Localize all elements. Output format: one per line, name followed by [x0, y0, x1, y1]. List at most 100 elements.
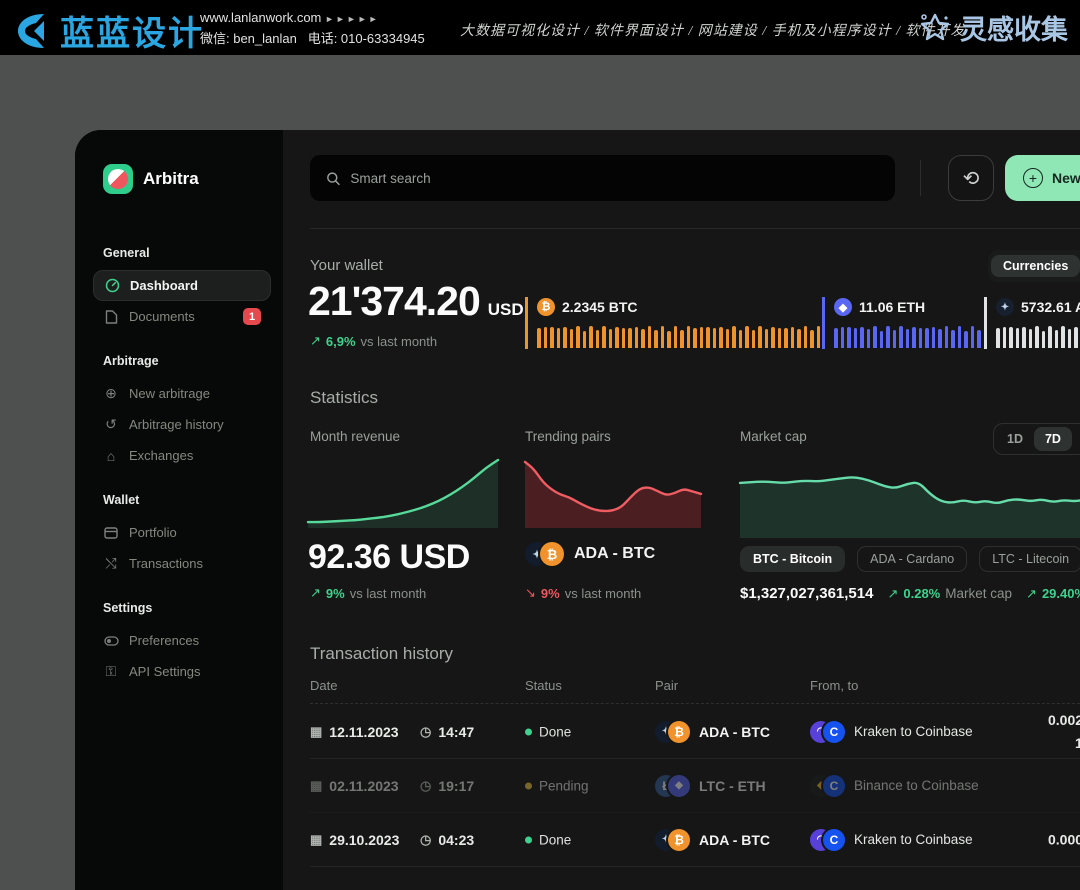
range-toggle: 1D 7D 1M: [993, 423, 1080, 455]
wallet-icon: [103, 525, 119, 541]
status-badge: Pending: [539, 778, 589, 793]
plus-circle-icon: ⊕: [103, 386, 119, 402]
tx-route: Kraken to Coinbase: [854, 832, 973, 847]
up-arrow-icon: ↗: [1026, 586, 1037, 602]
star-icon: [918, 11, 952, 45]
sidebar-item-exchanges[interactable]: ⌂ Exchanges: [93, 440, 271, 471]
sidebar-item-portfolio[interactable]: Portfolio: [93, 517, 271, 548]
wrench-icon: ⚿: [103, 664, 119, 680]
vol-change-pct: 29.40%: [1042, 586, 1080, 601]
sidebar-item-label: Preferences: [129, 633, 199, 648]
market-cap-chips: BTC - Bitcoin ADA - Cardano LTC - Liteco…: [740, 546, 1080, 572]
ada-btc-pair-icon: ✦ ₿: [655, 829, 690, 851]
col-from-to: From, to: [810, 678, 858, 693]
wallet-change-suffix: vs last month: [361, 334, 438, 349]
tx-date: 29.10.2023: [329, 832, 399, 848]
calendar-icon: ▦: [310, 724, 322, 740]
lanlan-logo-text: 蓝蓝设计: [60, 6, 204, 55]
sidebar-item-arbitrage-history[interactable]: ↺ Arbitrage history: [93, 409, 271, 440]
ada-btc-pair-icon: ✦ ₿: [655, 721, 690, 743]
range-1d[interactable]: 1D: [996, 427, 1034, 451]
month-revenue-pct: 9%: [326, 586, 345, 601]
table-row[interactable]: ▦ 29.10.2023 ◷ 04:23 Done ✦ ₿ ADA - BTC …: [310, 813, 1080, 867]
sidebar-item-preferences[interactable]: Preferences: [93, 625, 271, 656]
trending-change: ↘ 9% vs last month: [525, 585, 641, 601]
clock-icon: ◷: [420, 778, 431, 794]
cap-change-pct: 0.28%: [903, 586, 940, 601]
sidebar-item-dashboard[interactable]: Dashboard: [93, 270, 271, 301]
market-cap-label: Market cap: [740, 429, 807, 444]
nav-section-general: General: [103, 246, 261, 260]
ada-btc-pair-icon: ✦ ₿: [525, 542, 564, 566]
status-dot: [525, 836, 532, 843]
table-row[interactable]: ▦ 02.11.2023 ◷ 19:17 Pending Ł ◆ LTC - E…: [310, 759, 1080, 813]
balance-currency: USD: [488, 300, 524, 320]
sidebar-item-label: Transactions: [129, 556, 203, 571]
app-name: Arbitra: [143, 169, 199, 189]
month-revenue-change: ↗ 9% vs last month: [310, 585, 426, 601]
trending-pct: 9%: [541, 586, 560, 601]
topbar-divider: [920, 160, 921, 196]
tx-pair: ADA - BTC: [699, 724, 770, 740]
toggle-currencies[interactable]: Currencies: [991, 255, 1080, 277]
binance-coinbase-icon: ◆ C: [810, 775, 845, 797]
ada-sparkline: [996, 324, 1080, 348]
sidebar-item-new-arbitrage[interactable]: ⊕ New arbitrage: [93, 378, 271, 409]
nav-section-wallet: Wallet: [103, 493, 261, 507]
sidebar-item-documents[interactable]: Documents 1: [93, 301, 271, 332]
sidebar-item-label: New arbitrage: [129, 386, 210, 401]
banner-website: www.lanlanwork.com: [200, 10, 321, 25]
sidebar-item-label: Portfolio: [129, 525, 177, 540]
trending-pairs-chart: [525, 456, 701, 528]
banner-services: 大数据可视化设计 / 软件界面设计 / 网站建设 / 手机及小程序设计 / 软件…: [460, 20, 966, 40]
chip-ltc-litecoin[interactable]: LTC - Litecoin: [979, 546, 1080, 572]
table-header: Date Status Pair From, to: [310, 678, 1080, 704]
transaction-history-title: Transaction history: [310, 644, 453, 664]
tx-amount: 0.0000: [1048, 828, 1080, 851]
new-arbitrage-button[interactable]: + New arbitrage: [1005, 155, 1080, 201]
documents-badge: 1: [243, 308, 261, 325]
main-content: ⟲ + New arbitrage Your wallet Currencies…: [283, 130, 1080, 890]
nav-section-settings: Settings: [103, 601, 261, 615]
search-bar[interactable]: [310, 155, 895, 201]
toggle-icon: [103, 633, 119, 649]
col-date: Date: [310, 678, 337, 693]
tx-pair: ADA - BTC: [699, 832, 770, 848]
ada-icon: ✦: [996, 298, 1014, 316]
trending-pairs-label: Trending pairs: [525, 429, 611, 444]
tx-route: Binance to Coinbase: [854, 778, 979, 793]
ltc-eth-pair-icon: Ł ◆: [655, 775, 690, 797]
statistics-title: Statistics: [310, 388, 378, 408]
tx-pair: LTC - ETH: [699, 778, 766, 794]
btc-amount: 2.2345 BTC: [562, 299, 637, 315]
kraken-coinbase-icon: ◠ C: [810, 721, 845, 743]
wallet-balance: 21'374.20 USD: [308, 278, 524, 325]
btc-sparkline: [537, 324, 821, 348]
sidebar-item-api-settings[interactable]: ⚿ API Settings: [93, 656, 271, 687]
history-button[interactable]: ⟲: [948, 155, 994, 201]
sidebar-item-label: Dashboard: [130, 278, 198, 293]
down-arrow-icon: ↘: [525, 585, 536, 601]
banner-wechat: 微信: ben_lanlan: [200, 31, 297, 46]
month-revenue-value: 92.36 USD: [308, 538, 470, 577]
up-arrow-icon: ↗: [887, 586, 898, 602]
wallet-coin-eth: ◆ 11.06 ETH: [822, 297, 981, 349]
search-input[interactable]: [350, 171, 879, 186]
app-logo: Arbitra: [103, 164, 261, 194]
promo-banner: 蓝蓝设计 www.lanlanwork.com ►►►►► 微信: ben_la…: [0, 0, 1080, 55]
month-revenue-chart: [308, 456, 498, 528]
status-badge: Done: [539, 724, 571, 739]
status-dot: [525, 782, 532, 789]
range-1m[interactable]: 1M: [1072, 427, 1080, 451]
chip-ada-cardano[interactable]: ADA - Cardano: [857, 546, 967, 572]
range-7d[interactable]: 7D: [1034, 427, 1072, 451]
plus-icon: +: [1023, 168, 1043, 188]
trending-suffix: vs last month: [565, 586, 642, 601]
dashboard-icon: [104, 278, 120, 294]
sidebar-item-transactions[interactable]: ⤭ Transactions: [93, 548, 271, 579]
calendar-icon: ▦: [310, 778, 322, 794]
table-row[interactable]: ▦ 12.11.2023 ◷ 14:47 Done ✦ ₿ ADA - BTC …: [310, 705, 1080, 759]
market-cap-value: $1,327,027,361,514: [740, 585, 873, 602]
chip-btc-bitcoin[interactable]: BTC - Bitcoin: [740, 546, 845, 572]
up-arrow-icon: ↗: [310, 585, 321, 601]
